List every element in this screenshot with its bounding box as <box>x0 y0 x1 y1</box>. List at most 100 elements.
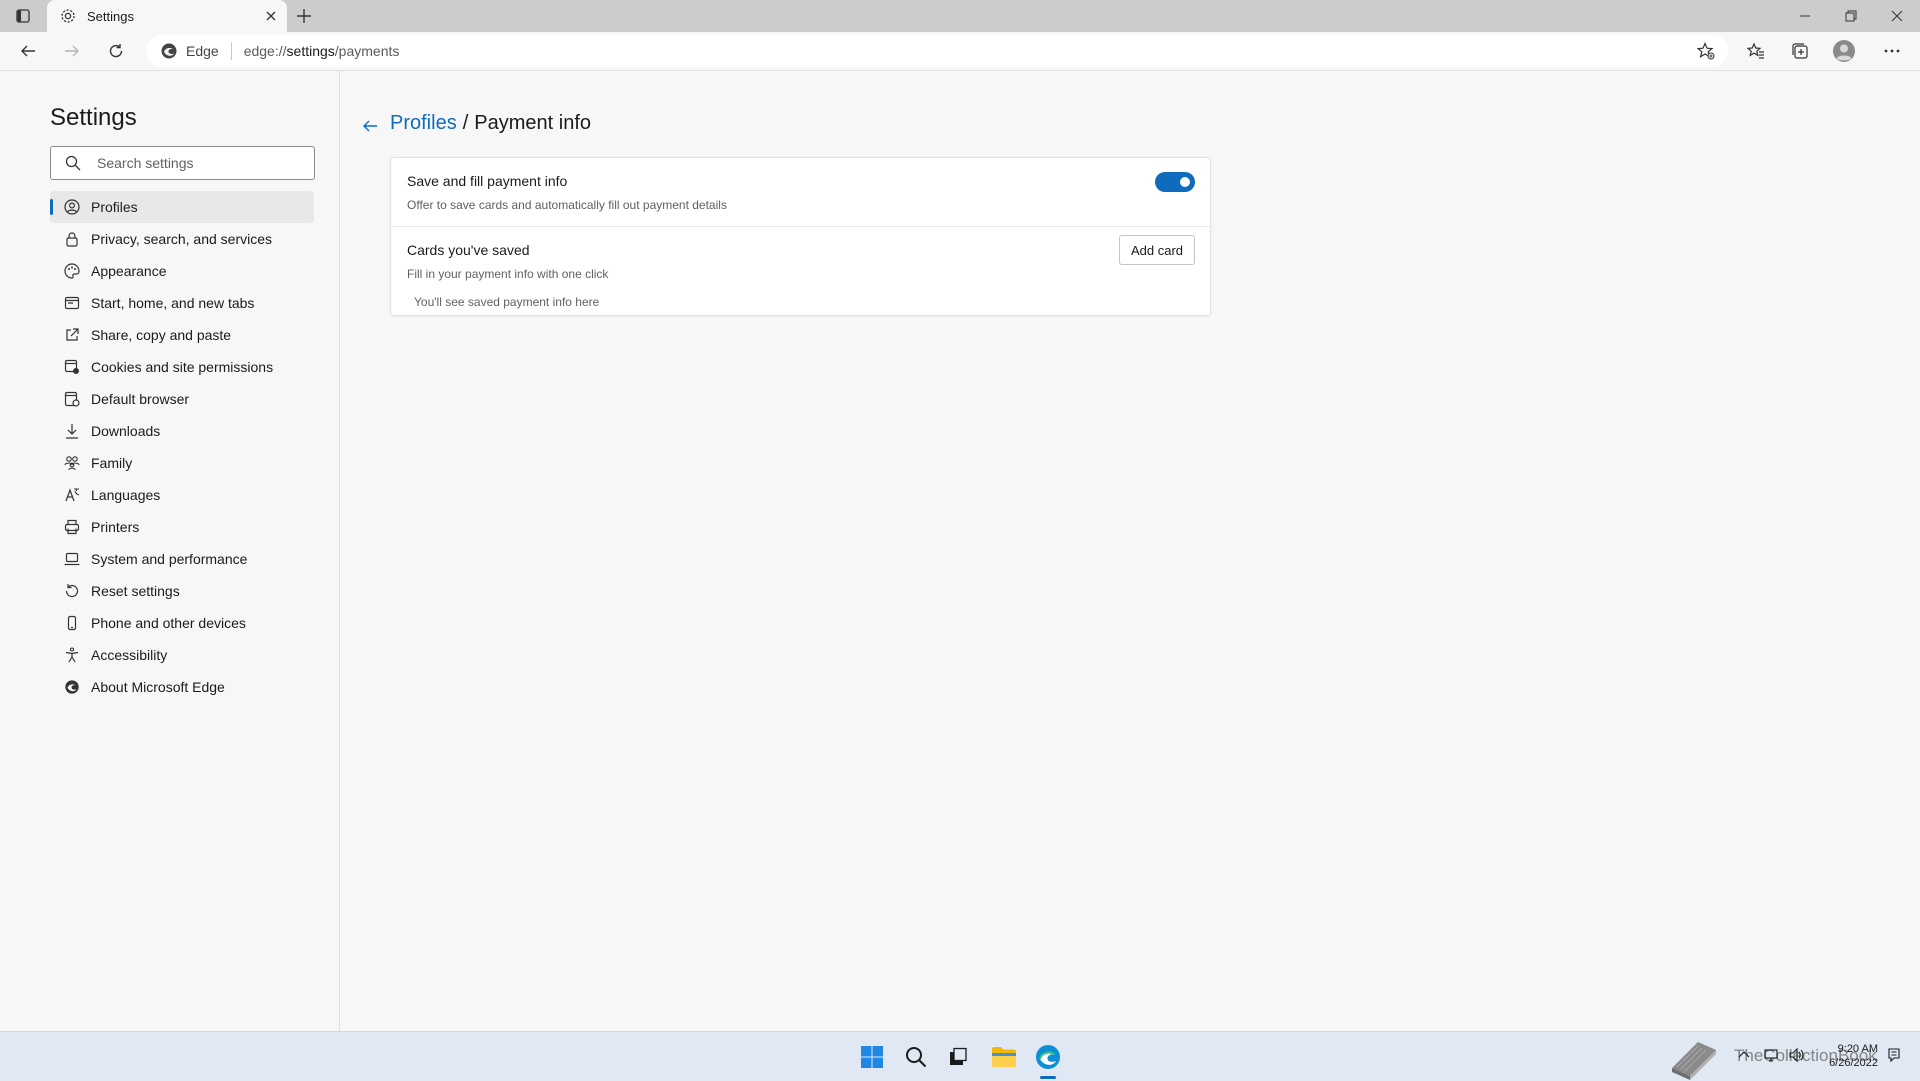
url-prefix: edge:// <box>243 43 287 59</box>
active-app-indicator <box>1040 1076 1056 1079</box>
cards-saved-title: Cards you've saved <box>407 242 530 258</box>
profile-button[interactable] <box>1828 35 1860 67</box>
chevron-up-icon[interactable] <box>1736 1047 1752 1063</box>
sidebar-item-system[interactable]: System and performance <box>50 543 314 575</box>
search-box[interactable] <box>50 146 315 180</box>
sidebar-item-printers[interactable]: Printers <box>50 511 314 543</box>
taskbar-edge-button[interactable] <box>1032 1041 1064 1073</box>
cards-empty-text: You'll see saved payment info here <box>414 295 600 309</box>
task-view-icon <box>950 1047 967 1065</box>
sidebar-item-label: Start, home, and new tabs <box>91 295 255 311</box>
new-tab-button[interactable] <box>290 2 318 30</box>
sidebar-item-start-home[interactable]: Start, home, and new tabs <box>50 287 314 319</box>
share-icon <box>63 326 81 344</box>
sidebar-item-label: Reset settings <box>91 583 180 599</box>
edge-logo-icon <box>1036 1045 1060 1069</box>
sidebar-item-label: Accessibility <box>91 647 168 663</box>
favorites-button[interactable] <box>1740 35 1772 67</box>
sidebar-item-reset[interactable]: Reset settings <box>50 575 314 607</box>
toggle-knob <box>1180 177 1190 187</box>
sidebar-item-label: About Microsoft Edge <box>91 679 225 695</box>
browser-tab-settings[interactable]: Settings <box>47 0 287 32</box>
tab-actions-button[interactable] <box>8 4 38 28</box>
url-rest: /payments <box>334 43 400 59</box>
sidebar-item-languages[interactable]: Languages <box>50 479 314 511</box>
breadcrumb-profiles-link[interactable]: Profiles <box>390 112 457 135</box>
settings-sidebar: Settings Profiles Privacy, search, and s… <box>0 71 340 1031</box>
accessibility-icon <box>63 646 81 664</box>
save-fill-row: Save and fill payment info Offer to save… <box>391 158 1210 227</box>
save-fill-toggle[interactable] <box>1155 172 1195 192</box>
address-separator <box>230 42 232 60</box>
default-browser-icon <box>63 390 81 408</box>
refresh-button[interactable] <box>100 35 132 67</box>
tab-close-button[interactable] <box>257 2 285 30</box>
sidebar-item-label: Phone and other devices <box>91 615 246 631</box>
sidebar-item-phone[interactable]: Phone and other devices <box>50 607 314 639</box>
minimize-button[interactable] <box>1782 0 1828 32</box>
sidebar-item-downloads[interactable]: Downloads <box>50 415 314 447</box>
forward-arrow-icon <box>65 45 79 57</box>
sidebar-item-default-browser[interactable]: Default browser <box>50 383 314 415</box>
collections-button[interactable] <box>1784 35 1816 67</box>
sidebar-item-family[interactable]: Family <box>50 447 314 479</box>
settings-main: Profiles / Payment info Save and fill pa… <box>340 71 1920 1031</box>
more-menu-button[interactable] <box>1876 35 1908 67</box>
url-path: settings <box>286 43 335 59</box>
sidebar-item-accessibility[interactable]: Accessibility <box>50 639 314 671</box>
family-icon <box>63 454 81 472</box>
add-card-button[interactable]: Add card <box>1119 235 1195 265</box>
sidebar-item-label: Printers <box>91 519 140 535</box>
cookies-icon <box>63 358 81 376</box>
sidebar-item-label: Appearance <box>91 263 167 279</box>
restore-icon <box>1845 10 1857 22</box>
breadcrumb-separator: / <box>462 112 469 134</box>
search-icon <box>65 155 81 171</box>
start-tabs-icon <box>63 294 81 312</box>
task-view-button[interactable] <box>942 1041 974 1073</box>
tab-actions-icon <box>16 9 30 23</box>
sidebar-item-share[interactable]: Share, copy and paste <box>50 319 314 351</box>
sidebar-item-label: Profiles <box>91 199 138 215</box>
network-icon[interactable] <box>1763 1047 1779 1063</box>
start-button[interactable] <box>856 1041 888 1073</box>
minimize-icon <box>1800 15 1810 17</box>
file-explorer-button[interactable] <box>988 1041 1020 1073</box>
add-favorite-button[interactable] <box>1694 40 1718 62</box>
clock-time: 9:20 AM <box>1837 1043 1878 1055</box>
address-bar[interactable]: Edge edge://settings/payments <box>146 35 1728 67</box>
sidebar-item-cookies[interactable]: Cookies and site permissions <box>50 351 314 383</box>
window-close-button[interactable] <box>1874 0 1920 32</box>
back-to-profiles-button[interactable] <box>355 111 385 141</box>
close-icon <box>266 11 276 21</box>
forward-button[interactable] <box>56 35 88 67</box>
notification-icon[interactable] <box>1886 1047 1902 1063</box>
reset-icon <box>63 582 81 600</box>
appearance-icon <box>63 262 81 280</box>
volume-icon[interactable] <box>1788 1047 1804 1063</box>
taskbar-clock[interactable]: 9:20 AM 6/26/2022 <box>1810 1042 1878 1070</box>
taskbar-search-button[interactable] <box>900 1041 932 1073</box>
avatar-icon <box>1833 40 1855 62</box>
search-input[interactable] <box>95 154 299 172</box>
sidebar-item-label: Default browser <box>91 391 190 407</box>
back-button[interactable] <box>12 35 44 67</box>
sidebar-item-appearance[interactable]: Appearance <box>50 255 314 287</box>
title-bar: Settings <box>0 0 1920 32</box>
printer-icon <box>63 518 81 536</box>
edge-logo-icon <box>63 678 81 696</box>
clock-date: 6/26/2022 <box>1829 1057 1878 1069</box>
plus-icon <box>297 9 311 23</box>
cards-saved-description: Fill in your payment info with one click <box>407 267 609 281</box>
restore-button[interactable] <box>1828 0 1874 32</box>
book-watermark-icon <box>1672 1042 1716 1080</box>
sidebar-item-about[interactable]: About Microsoft Edge <box>50 671 314 703</box>
page-title: Payment info <box>474 112 591 134</box>
sidebar-item-privacy[interactable]: Privacy, search, and services <box>50 223 314 255</box>
save-fill-description: Offer to save cards and automatically fi… <box>407 198 727 212</box>
sidebar-item-profiles[interactable]: Profiles <box>50 191 314 223</box>
taskbar: TheCollectionBook 9:20 AM 6/26/2022 <box>0 1031 1920 1081</box>
sidebar-item-label: Languages <box>91 487 161 503</box>
download-icon <box>63 422 81 440</box>
refresh-icon <box>109 44 123 58</box>
